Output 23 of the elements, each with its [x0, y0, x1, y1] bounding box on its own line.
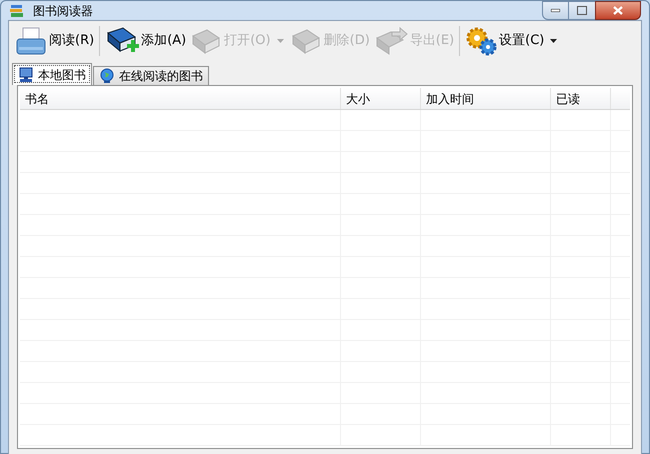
caret-icon[interactable] — [550, 39, 558, 43]
close-button[interactable] — [595, 1, 641, 20]
book-export-icon — [374, 26, 408, 56]
toolbar-button[interactable]: 设置(C) — [463, 23, 546, 59]
gears-icon — [465, 26, 498, 56]
tab[interactable]: 在线阅读的图书 — [93, 66, 209, 85]
toolbar-button[interactable]: 添加(A) — [103, 23, 188, 59]
toolbar-button[interactable]: 阅读(R) — [13, 23, 96, 59]
column-header[interactable]: 大小 — [341, 88, 421, 109]
column-header[interactable]: 已读 — [551, 88, 611, 109]
tab[interactable]: 本地图书 — [12, 63, 92, 85]
minimize-icon — [551, 9, 560, 12]
books-icon — [9, 2, 25, 18]
column-header[interactable]: 加入时间 — [421, 88, 551, 109]
minimize-button[interactable] — [542, 1, 569, 20]
globe-icon — [99, 68, 115, 84]
close-icon — [613, 6, 623, 15]
printer-icon — [15, 25, 47, 57]
maximize-icon — [577, 6, 587, 15]
maximize-button[interactable] — [569, 1, 595, 20]
column-header[interactable]: 书名 — [20, 88, 341, 109]
computer-icon — [18, 66, 34, 82]
window-title: 图书阅读器 — [33, 2, 93, 20]
